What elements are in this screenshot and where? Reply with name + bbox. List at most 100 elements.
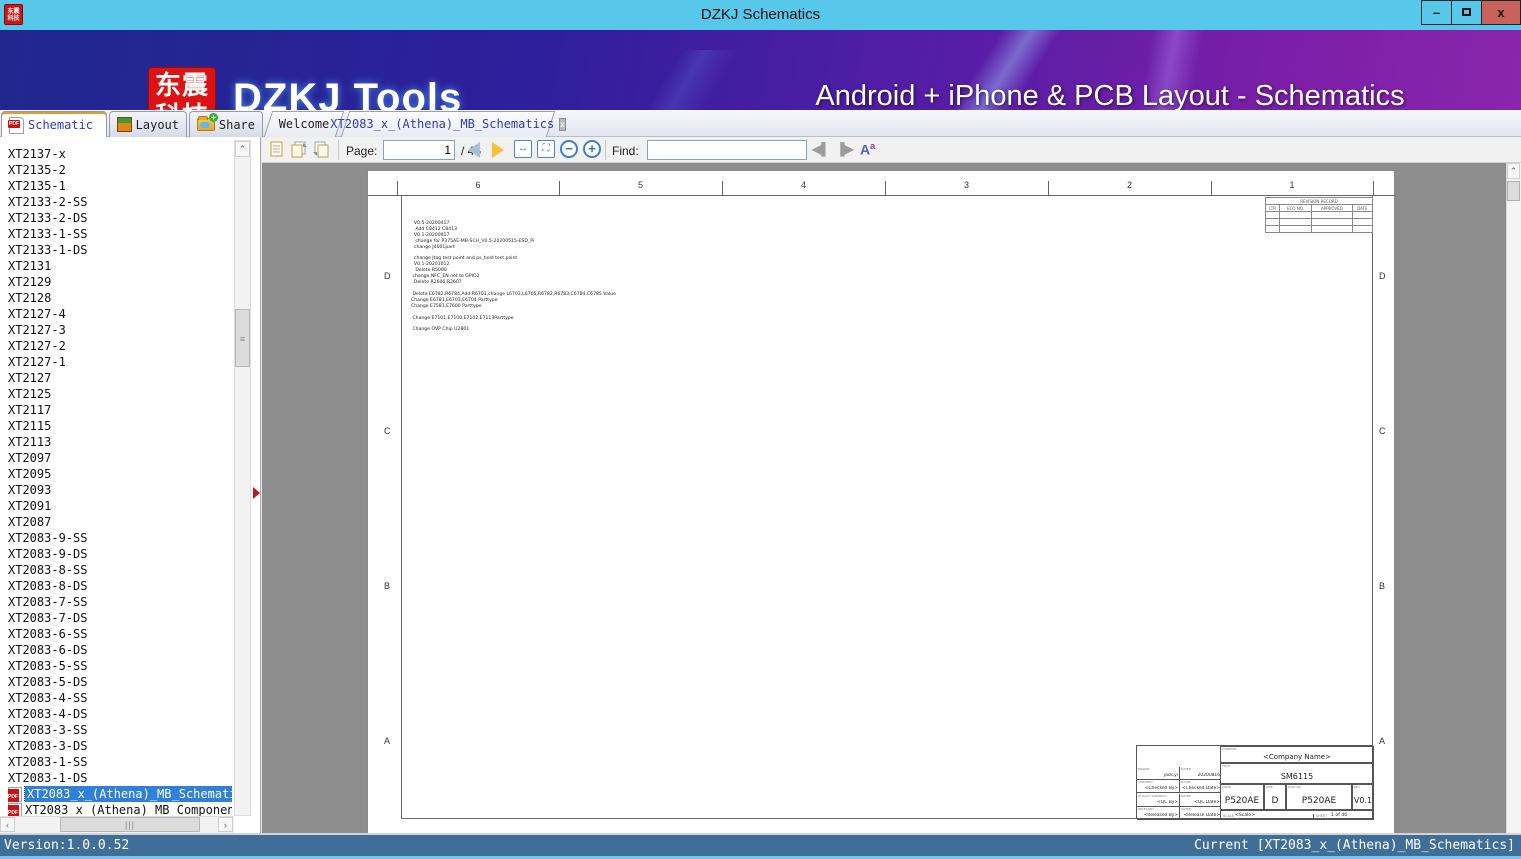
list-item[interactable]: XT2083-6-DS [8, 642, 87, 658]
title-block-row: CHECKED <Checked By> DATED <Checked Date> [1137, 780, 1221, 794]
splitter-collapse-icon[interactable] [253, 487, 260, 499]
viewer-scroll-up-icon[interactable]: ⌃ [1507, 163, 1520, 179]
list-item[interactable]: XT2083-3-SS [8, 722, 87, 738]
grid-row-label: D [1379, 271, 1386, 281]
list-item[interactable]: XT2115 [8, 418, 51, 434]
tab-bar: Schematic Layout Share [0, 110, 1521, 138]
scroll-left-icon[interactable]: ‹ [0, 817, 15, 832]
sidebar-vertical-scrollbar[interactable]: ⌃ ≡ [234, 140, 251, 816]
list-item[interactable]: XT2083-3-DS [8, 738, 87, 754]
list-item[interactable]: XT2083-8-SS [8, 562, 87, 578]
list-item[interactable]: XT2133-1-SS [8, 226, 87, 242]
list-item[interactable]: XT2133-2-DS [8, 210, 87, 226]
grid-row-label: B [1379, 581, 1386, 591]
list-item[interactable]: XT2127-1 [8, 354, 66, 370]
list-item[interactable]: XT2127 [8, 370, 51, 386]
zoom-in-icon[interactable]: + [583, 140, 601, 158]
list-item[interactable]: XT2127-2 [8, 338, 66, 354]
list-item[interactable]: XT2083-5-DS [8, 674, 87, 690]
grid-tick [1211, 181, 1212, 195]
copy-page-icon[interactable] [268, 140, 286, 159]
list-item-pdf[interactable]: XT2083_x_(Athena)_MB_Schematics [8, 786, 232, 802]
grid-row-label: A [384, 736, 391, 746]
grid-col-label: 4 [800, 180, 807, 190]
fit-width-icon[interactable]: ↔ [514, 140, 532, 158]
rev-cell: REV V0.1 [1352, 784, 1374, 810]
page-number-input[interactable] [383, 140, 455, 160]
list-item[interactable]: XT2128 [8, 290, 51, 306]
maximize-button[interactable] [1451, 0, 1482, 25]
list-item[interactable]: XT2135-1 [8, 178, 66, 194]
minimize-button[interactable]: – [1421, 0, 1452, 25]
brand-logo: 东震科技 [148, 67, 216, 110]
title-block-cell: RELEASED <Released By> [1137, 806, 1180, 820]
list-item[interactable]: XT2083-5-SS [8, 658, 87, 674]
tab-share[interactable]: Share [189, 111, 263, 137]
list-item[interactable]: XT2083-9-SS [8, 530, 87, 546]
tab-schematic[interactable]: Schematic [1, 111, 107, 138]
scroll-up-icon[interactable]: ⌃ [235, 141, 250, 157]
title-block-cell: DATED <QC Date> [1180, 793, 1221, 807]
grid-col-label: 6 [475, 180, 481, 190]
list-item[interactable]: XT2125 [8, 386, 51, 402]
next-page-icon[interactable] [312, 140, 330, 159]
viewer-scrollbar-thumb[interactable] [1507, 181, 1520, 201]
maximize-icon [1462, 8, 1471, 17]
grid-tick [1048, 181, 1049, 195]
list-item[interactable]: XT2129 [8, 274, 51, 290]
viewer-vertical-scrollbar[interactable]: ⌃ [1506, 163, 1521, 835]
list-item[interactable]: XT2131 [8, 258, 51, 274]
list-item[interactable]: XT2127-4 [8, 306, 66, 322]
list-item[interactable]: XT2083-9-DS [8, 546, 87, 562]
pdf-icon [8, 786, 22, 802]
doc-tab-welcome[interactable]: Welcome [263, 111, 345, 137]
schematic-page: 6 5 4 3 2 1 D D C C B B A A V0.5-20200417 Add C8412 C… [367, 170, 1396, 835]
list-item[interactable]: XT2083-1-SS [8, 754, 87, 770]
list-item[interactable]: XT2133-1-DS [8, 242, 87, 258]
tab-layout[interactable]: Layout [109, 111, 187, 137]
list-item[interactable]: XT2133-2-SS [8, 194, 87, 210]
list-item[interactable]: XT2093 [8, 482, 51, 498]
list-item[interactable]: XT2087 [8, 514, 51, 530]
prev-page-arrow-icon[interactable] [468, 142, 480, 158]
sidebar-scrollbar-thumb[interactable]: ≡ [235, 309, 250, 367]
close-button[interactable]: x [1481, 0, 1521, 25]
list-item[interactable]: XT2127-3 [8, 322, 66, 338]
list-item[interactable]: XT2083-1-DS [8, 770, 87, 786]
list-item[interactable]: XT2083-7-SS [8, 594, 87, 610]
doc-tab-close-icon[interactable]: x [559, 117, 566, 131]
sheet-value: 1 of 46 [1331, 813, 1348, 818]
grid-col-label: 3 [963, 180, 970, 190]
sidebar-horizontal-scrollbar[interactable]: ‹ ||| › [0, 816, 234, 833]
list-item[interactable]: XT2135-2 [8, 162, 66, 178]
title-block-cell: DRAWN jack.yi [1137, 767, 1180, 780]
list-item[interactable]: XT2091 [8, 498, 51, 514]
prev-page-icon[interactable] [290, 140, 308, 159]
scroll-right-icon[interactable]: › [218, 817, 233, 832]
title-block-row: DRAWN jack.yi DATED 20200816 [1137, 767, 1221, 780]
zoom-out-icon[interactable]: − [560, 140, 578, 158]
find-next-icon[interactable]: ▐▶ [836, 142, 854, 157]
find-input[interactable] [647, 140, 807, 160]
list-item[interactable]: XT2083-7-DS [8, 610, 87, 626]
drawing-title: SM6115 [1280, 772, 1314, 781]
list-item[interactable]: XT2117 [8, 402, 51, 418]
list-item[interactable]: XT2095 [8, 466, 51, 482]
next-page-arrow-icon[interactable] [492, 142, 504, 158]
revision-notes: V0.5-20200417 Add C8412 C8413 V0.1-20200… [411, 221, 616, 333]
doc-tab-active[interactable]: XT2083_x_(Athena)_MB_Schematics x [330, 111, 566, 137]
list-item[interactable]: XT2083-6-SS [8, 626, 87, 642]
list-item[interactable]: XT2097 [8, 450, 51, 466]
list-item[interactable]: XT2113 [8, 434, 51, 450]
brand-name: DZKJ Tools [233, 76, 463, 110]
list-item[interactable]: XT2083-4-DS [8, 706, 87, 722]
pdf-viewer[interactable]: 6 5 4 3 2 1 D D C C B B A A V0.5-20200417 Add C8412 C… [262, 163, 1521, 835]
list-item[interactable]: XT2083-8-DS [8, 578, 87, 594]
list-item[interactable]: XT2137-x [8, 146, 66, 162]
list-item[interactable]: XT2083-4-SS [8, 690, 87, 706]
find-previous-icon[interactable]: ◀▌ [812, 142, 830, 157]
title-block-cell: DATED 20200816 [1180, 767, 1221, 780]
fit-page-icon[interactable]: ⛶ [537, 140, 555, 158]
match-case-icon[interactable]: Aa [860, 141, 875, 158]
sidebar-hscrollbar-thumb[interactable]: ||| [60, 817, 200, 832]
